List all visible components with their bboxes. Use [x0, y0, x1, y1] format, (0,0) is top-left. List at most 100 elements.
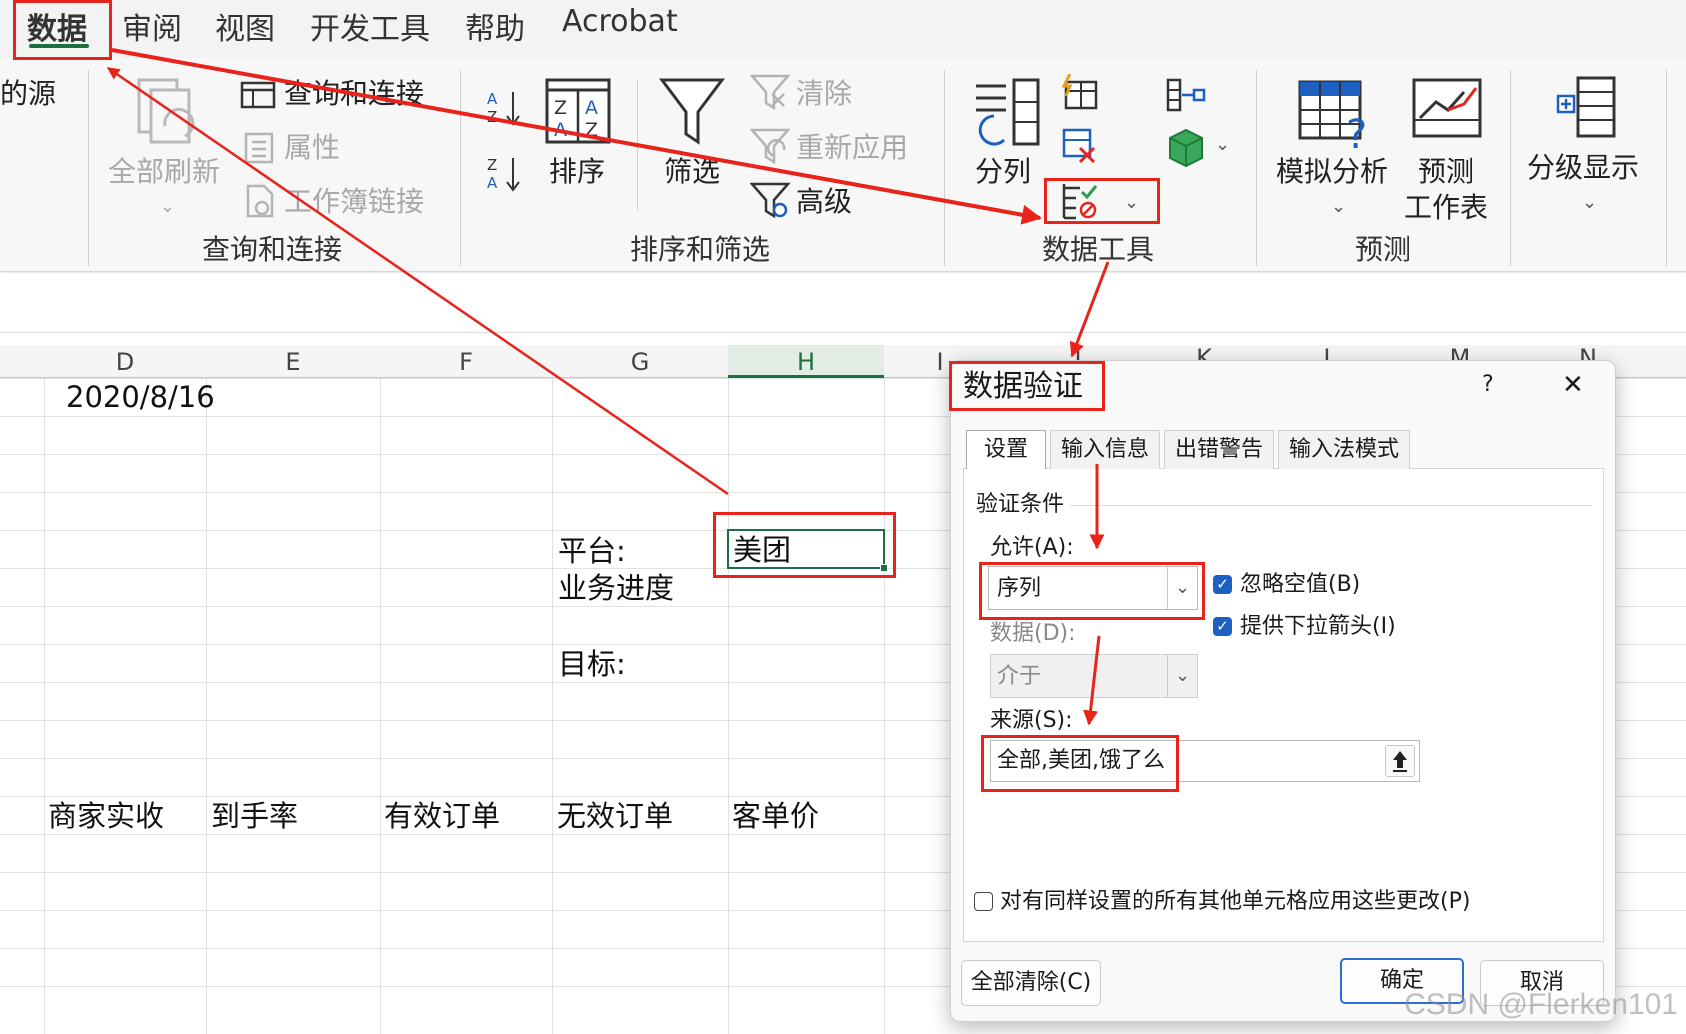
- annotation-box-source: [981, 735, 1179, 792]
- what-if-analysis-button[interactable]: 模拟分析: [1276, 158, 1388, 186]
- dropdown-arrow-label: 提供下拉箭头(I): [1240, 614, 1396, 639]
- chevron-down-icon[interactable]: ⌄: [1215, 136, 1230, 154]
- sort-descending-icon: Z A: [487, 156, 520, 192]
- range-select-button[interactable]: [1385, 745, 1415, 777]
- workbook-links-icon: [246, 184, 274, 218]
- column-header-f[interactable]: F: [380, 350, 552, 374]
- platform-label-cell[interactable]: 平台:: [558, 537, 626, 566]
- dropdown-arrow-checkbox[interactable]: ✓: [1213, 617, 1232, 636]
- query-connections-button[interactable]: 查询和连接: [284, 80, 424, 108]
- divider: [1510, 70, 1511, 266]
- target-label-cell[interactable]: 目标:: [558, 650, 626, 679]
- ignore-blank-checkbox[interactable]: ✓: [1213, 575, 1232, 594]
- group-label-data-tools: 数据工具: [1042, 233, 1155, 266]
- text-to-columns-icon: [976, 78, 1040, 146]
- apply-all-checkbox[interactable]: [974, 892, 993, 911]
- tab-acrobat[interactable]: Acrobat: [562, 4, 678, 39]
- sort-icon: Z A A Z: [545, 78, 611, 144]
- forecast-sheet-button-line1[interactable]: 预测: [1418, 158, 1474, 186]
- advanced-button[interactable]: 高级: [796, 188, 852, 216]
- column-header-e[interactable]: E: [206, 350, 380, 374]
- clear-all-button[interactable]: 全部清除(C): [961, 960, 1101, 1006]
- svg-text:Z: Z: [487, 156, 497, 174]
- section-title: 验证条件: [976, 492, 1065, 517]
- gridline: [380, 378, 381, 1034]
- header-cell[interactable]: 商家实收: [48, 802, 164, 831]
- menu-bar: 数据 审阅 视图 开发工具 帮助 Acrobat: [0, 0, 1686, 58]
- tab-input-message[interactable]: 输入信息: [1050, 430, 1160, 469]
- sort-ascending-icon: A Z: [487, 90, 520, 126]
- refresh-all-button[interactable]: 全部刷新: [108, 158, 220, 186]
- chevron-down-icon: ⌄: [160, 196, 176, 217]
- chevron-down-icon: ⌄: [1331, 196, 1347, 217]
- divider: [944, 70, 945, 266]
- watermark: CSDN @Flerken101: [1404, 988, 1678, 1021]
- chevron-down-icon[interactable]: ⌄: [1167, 655, 1197, 697]
- group-label-query: 查询和连接: [202, 233, 343, 266]
- header-cell[interactable]: 无效订单: [557, 802, 673, 831]
- svg-text:Z: Z: [554, 97, 567, 119]
- allow-label: 允许(A):: [990, 535, 1074, 560]
- annotation-box-validation-button: [1044, 178, 1160, 224]
- filter-button[interactable]: 筛选: [664, 158, 720, 186]
- svg-text:A: A: [487, 90, 498, 108]
- workbook-links-button[interactable]: 工作簿链接: [284, 188, 424, 216]
- properties-button[interactable]: 属性: [284, 134, 340, 162]
- tab-review[interactable]: 审阅: [122, 4, 182, 48]
- what-if-analysis-icon: ?: [1298, 80, 1367, 152]
- tab-error-alert[interactable]: 出错警告: [1164, 430, 1274, 469]
- annotation-box-dialog-title: [949, 361, 1105, 411]
- gridline: [884, 378, 885, 1034]
- consolidate-icon: [1166, 78, 1206, 112]
- tab-ime-mode[interactable]: 输入法模式: [1278, 430, 1410, 469]
- reapply-filter-icon: [750, 128, 790, 164]
- clear-filter-icon: [750, 74, 790, 110]
- check-icon: ✓: [1216, 575, 1229, 593]
- outline-button[interactable]: 分级显示: [1527, 154, 1639, 182]
- tab-developer[interactable]: 开发工具: [310, 4, 430, 48]
- clear-button[interactable]: 清除: [796, 80, 852, 108]
- section-divider: [1070, 505, 1592, 506]
- svg-text:A: A: [487, 174, 498, 192]
- gridline: [552, 378, 553, 1034]
- gridline: [44, 378, 45, 1034]
- column-header-d[interactable]: D: [44, 350, 206, 374]
- check-icon: ✓: [1216, 617, 1229, 635]
- divider: [88, 70, 89, 266]
- progress-label-cell[interactable]: 业务进度: [558, 574, 674, 603]
- tab-help[interactable]: 帮助: [465, 4, 525, 48]
- header-cell[interactable]: 到手率: [211, 802, 298, 831]
- close-icon[interactable]: ✕: [1562, 372, 1584, 398]
- svg-text:A: A: [554, 119, 567, 141]
- date-cell[interactable]: 2020/8/16: [66, 383, 215, 412]
- forecast-sheet-icon: [1412, 78, 1482, 138]
- partial-source-label: 的源: [0, 77, 57, 110]
- refresh-all-icon: [137, 78, 195, 144]
- divider: [1256, 70, 1257, 266]
- sort-button[interactable]: 排序: [549, 158, 605, 186]
- formula-bar[interactable]: [0, 273, 1686, 333]
- gridline: [206, 378, 207, 1034]
- svg-text:?: ?: [1346, 112, 1367, 152]
- tab-settings[interactable]: 设置: [966, 430, 1046, 469]
- ignore-blank-label: 忽略空值(B): [1240, 572, 1361, 597]
- data-select[interactable]: 介于 ⌄: [990, 654, 1198, 698]
- help-icon[interactable]: ?: [1482, 374, 1494, 396]
- forecast-sheet-button-line2: 工作表: [1404, 191, 1489, 224]
- annotation-box-allow: [979, 562, 1205, 620]
- column-header-i[interactable]: I: [930, 350, 950, 374]
- column-header-g[interactable]: G: [552, 350, 728, 374]
- annotation-box-data-tab: [13, 0, 112, 60]
- reapply-button[interactable]: 重新应用: [796, 134, 908, 162]
- divider: [637, 80, 638, 210]
- tab-view[interactable]: 视图: [215, 4, 275, 48]
- column-header-h[interactable]: H: [728, 350, 884, 374]
- svg-text:A: A: [585, 97, 598, 119]
- properties-icon: [244, 132, 274, 164]
- header-cell[interactable]: 有效订单: [384, 802, 500, 831]
- svg-text:Z: Z: [487, 108, 497, 126]
- text-to-columns-button[interactable]: 分列: [975, 158, 1031, 186]
- source-label: 来源(S):: [990, 708, 1073, 733]
- query-connections-icon: [240, 81, 276, 109]
- header-cell[interactable]: 客单价: [732, 802, 819, 831]
